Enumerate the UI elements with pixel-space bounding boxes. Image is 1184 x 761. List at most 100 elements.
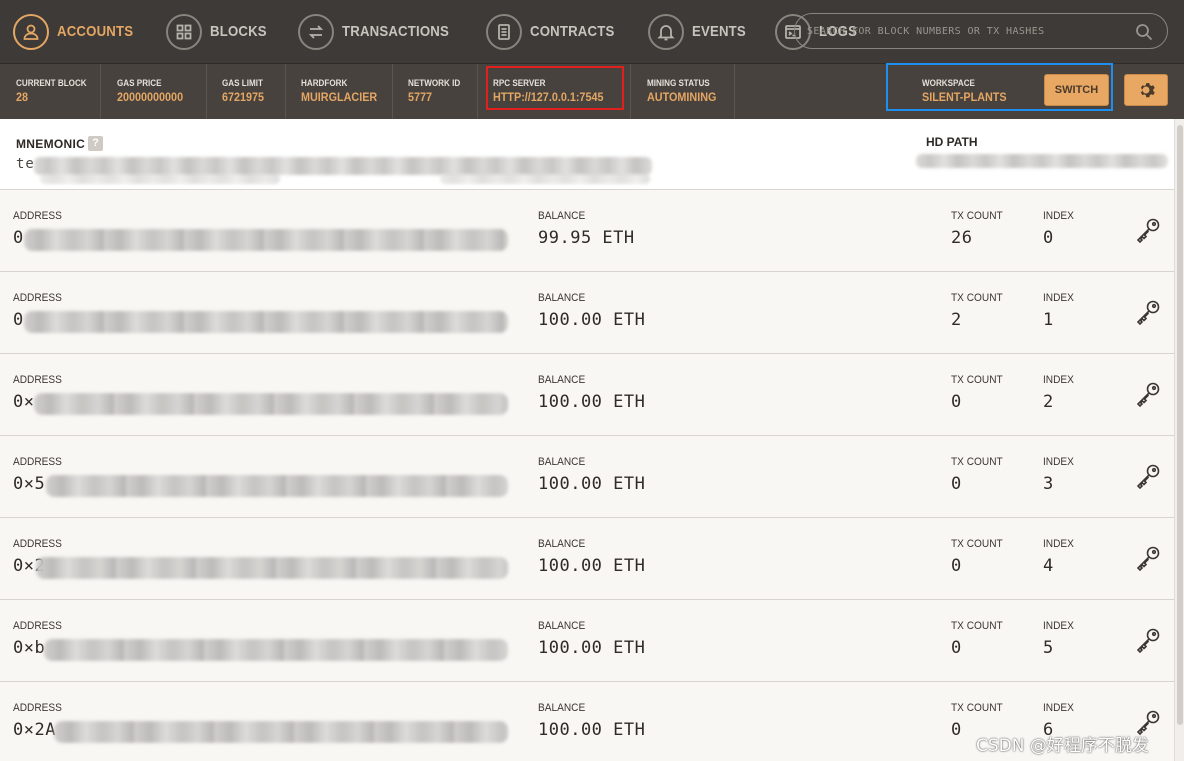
balance-label: BALANCE xyxy=(538,620,586,632)
gas-limit-value: 6721975 xyxy=(222,90,265,104)
balance-label: BALANCE xyxy=(538,702,586,714)
address-redacted xyxy=(24,311,508,333)
account-row: ADDRESS 0× BALANCE 100.00 ETH TX COUNT 0… xyxy=(0,354,1174,436)
nav-accounts-label: ACCOUNTS xyxy=(57,23,134,40)
person-icon xyxy=(13,13,49,50)
nav-events[interactable]: EVENTS xyxy=(647,0,753,63)
address-redacted xyxy=(34,393,508,415)
address-value: 0 xyxy=(13,310,24,330)
balance-value: 99.95 ETH xyxy=(538,228,635,248)
mnemonic-redacted-3 xyxy=(440,174,650,184)
key-icon[interactable] xyxy=(1134,626,1162,654)
mining-status-label: MINING STATUS xyxy=(647,78,710,88)
address-redacted xyxy=(54,721,508,743)
account-list: ADDRESS 0 BALANCE 99.95 ETH TX COUNT 26 … xyxy=(0,190,1174,761)
address-label: ADDRESS xyxy=(13,210,62,222)
hd-path-redacted xyxy=(916,154,1168,168)
mnemonic-label: MNEMONIC xyxy=(16,137,86,151)
address-label: ADDRESS xyxy=(13,620,62,632)
gas-limit-label: GAS LIMIT xyxy=(222,78,263,88)
address-redacted xyxy=(24,229,508,251)
mnemonic-redacted-2 xyxy=(40,174,280,184)
address-label: ADDRESS xyxy=(13,702,62,714)
key-icon[interactable] xyxy=(1134,544,1162,572)
mnemonic-redacted xyxy=(34,157,652,175)
index-label: INDEX xyxy=(1043,456,1074,468)
address-label: ADDRESS xyxy=(13,456,62,468)
key-icon[interactable] xyxy=(1134,462,1162,490)
gas-price-value: 20000000000 xyxy=(117,90,184,104)
tx-count-label: TX COUNT xyxy=(951,620,1003,632)
key-icon[interactable] xyxy=(1134,298,1162,326)
nav-events-label: EVENTS xyxy=(691,23,746,40)
tx-count-label: TX COUNT xyxy=(951,538,1003,550)
switch-workspace-button[interactable]: SWITCH xyxy=(1044,74,1109,106)
tx-count-value: 26 xyxy=(951,228,973,248)
tx-count-label: TX COUNT xyxy=(951,210,1003,222)
stat-gas-limit: GAS LIMIT 6721975 xyxy=(207,64,286,120)
ganache-app: ACCOUNTS BLOCKS TRANSACTIONS CONTRACTS E… xyxy=(0,0,1184,761)
mnemonic-value: te xyxy=(16,156,35,172)
settings-button[interactable] xyxy=(1124,74,1168,106)
tx-count-value: 0 xyxy=(951,392,962,412)
balance-value: 100.00 ETH xyxy=(538,474,646,494)
address-label: ADDRESS xyxy=(13,538,62,550)
swap-icon xyxy=(298,13,335,50)
balance-label: BALANCE xyxy=(538,538,586,550)
account-row: ADDRESS 0×b BALANCE 100.00 ETH TX COUNT … xyxy=(0,600,1174,682)
account-row: ADDRESS 0×2 BALANCE 100.00 ETH TX COUNT … xyxy=(0,518,1174,600)
account-row: ADDRESS 0 BALANCE 100.00 ETH TX COUNT 2 … xyxy=(0,272,1174,354)
address-redacted xyxy=(36,557,508,579)
network-id-value: 5777 xyxy=(408,90,433,104)
tx-count-value: 0 xyxy=(951,638,962,658)
search-icon[interactable] xyxy=(1135,23,1153,46)
scrollbar-thumb[interactable] xyxy=(1177,125,1183,725)
address-label: ADDRESS xyxy=(13,292,62,304)
mnemonic-panel: MNEMONIC ? te HD PATH xyxy=(0,119,1174,190)
balance-value: 100.00 ETH xyxy=(538,556,646,576)
balance-label: BALANCE xyxy=(538,374,586,386)
nav-transactions[interactable]: TRANSACTIONS xyxy=(298,0,464,63)
stat-hardfork: HARDFORK MUIRGLACIER xyxy=(286,64,393,120)
address-value: 0×b xyxy=(13,638,46,658)
key-icon[interactable] xyxy=(1134,216,1162,244)
hardfork-label: HARDFORK xyxy=(301,78,348,88)
tx-count-label: TX COUNT xyxy=(951,456,1003,468)
index-label: INDEX xyxy=(1043,702,1074,714)
tx-count-label: TX COUNT xyxy=(951,292,1003,304)
balance-value: 100.00 ETH xyxy=(538,638,646,658)
tx-count-value: 2 xyxy=(951,310,962,330)
nav-blocks-label: BLOCKS xyxy=(209,23,267,40)
nav-blocks[interactable]: BLOCKS xyxy=(165,0,275,63)
help-icon[interactable]: ? xyxy=(88,136,103,151)
nav-transactions-label: TRANSACTIONS xyxy=(342,23,450,40)
nav-accounts[interactable]: ACCOUNTS xyxy=(13,0,144,63)
current-block-label: CURRENT BLOCK xyxy=(16,78,87,88)
grid-icon xyxy=(165,13,202,50)
bell-icon xyxy=(647,13,684,50)
balance-value: 100.00 ETH xyxy=(538,310,646,330)
index-label: INDEX xyxy=(1043,620,1074,632)
index-value: 5 xyxy=(1043,638,1054,658)
search-input[interactable] xyxy=(807,25,1127,37)
tx-count-value: 0 xyxy=(951,556,962,576)
tx-count-label: TX COUNT xyxy=(951,374,1003,386)
balance-value: 100.00 ETH xyxy=(538,720,646,740)
index-label: INDEX xyxy=(1043,538,1074,550)
top-navigation: ACCOUNTS BLOCKS TRANSACTIONS CONTRACTS E… xyxy=(0,0,1184,63)
balance-value: 100.00 ETH xyxy=(538,392,646,412)
tx-count-value: 0 xyxy=(951,720,962,740)
tx-count-label: TX COUNT xyxy=(951,702,1003,714)
account-row: ADDRESS 0×5 BALANCE 100.00 ETH TX COUNT … xyxy=(0,436,1174,518)
index-value: 0 xyxy=(1043,228,1054,248)
index-value: 4 xyxy=(1043,556,1054,576)
vertical-scrollbar[interactable] xyxy=(1174,119,1184,761)
nav-contracts[interactable]: CONTRACTS xyxy=(485,0,626,63)
balance-label: BALANCE xyxy=(538,292,586,304)
gear-icon xyxy=(1140,83,1155,98)
key-icon[interactable] xyxy=(1134,380,1162,408)
network-id-label: NETWORK ID xyxy=(408,78,461,88)
stat-network-id: NETWORK ID 5777 xyxy=(393,64,478,120)
index-value: 2 xyxy=(1043,392,1054,412)
status-bar: CURRENT BLOCK 28 GAS PRICE 20000000000 G… xyxy=(0,63,1184,120)
